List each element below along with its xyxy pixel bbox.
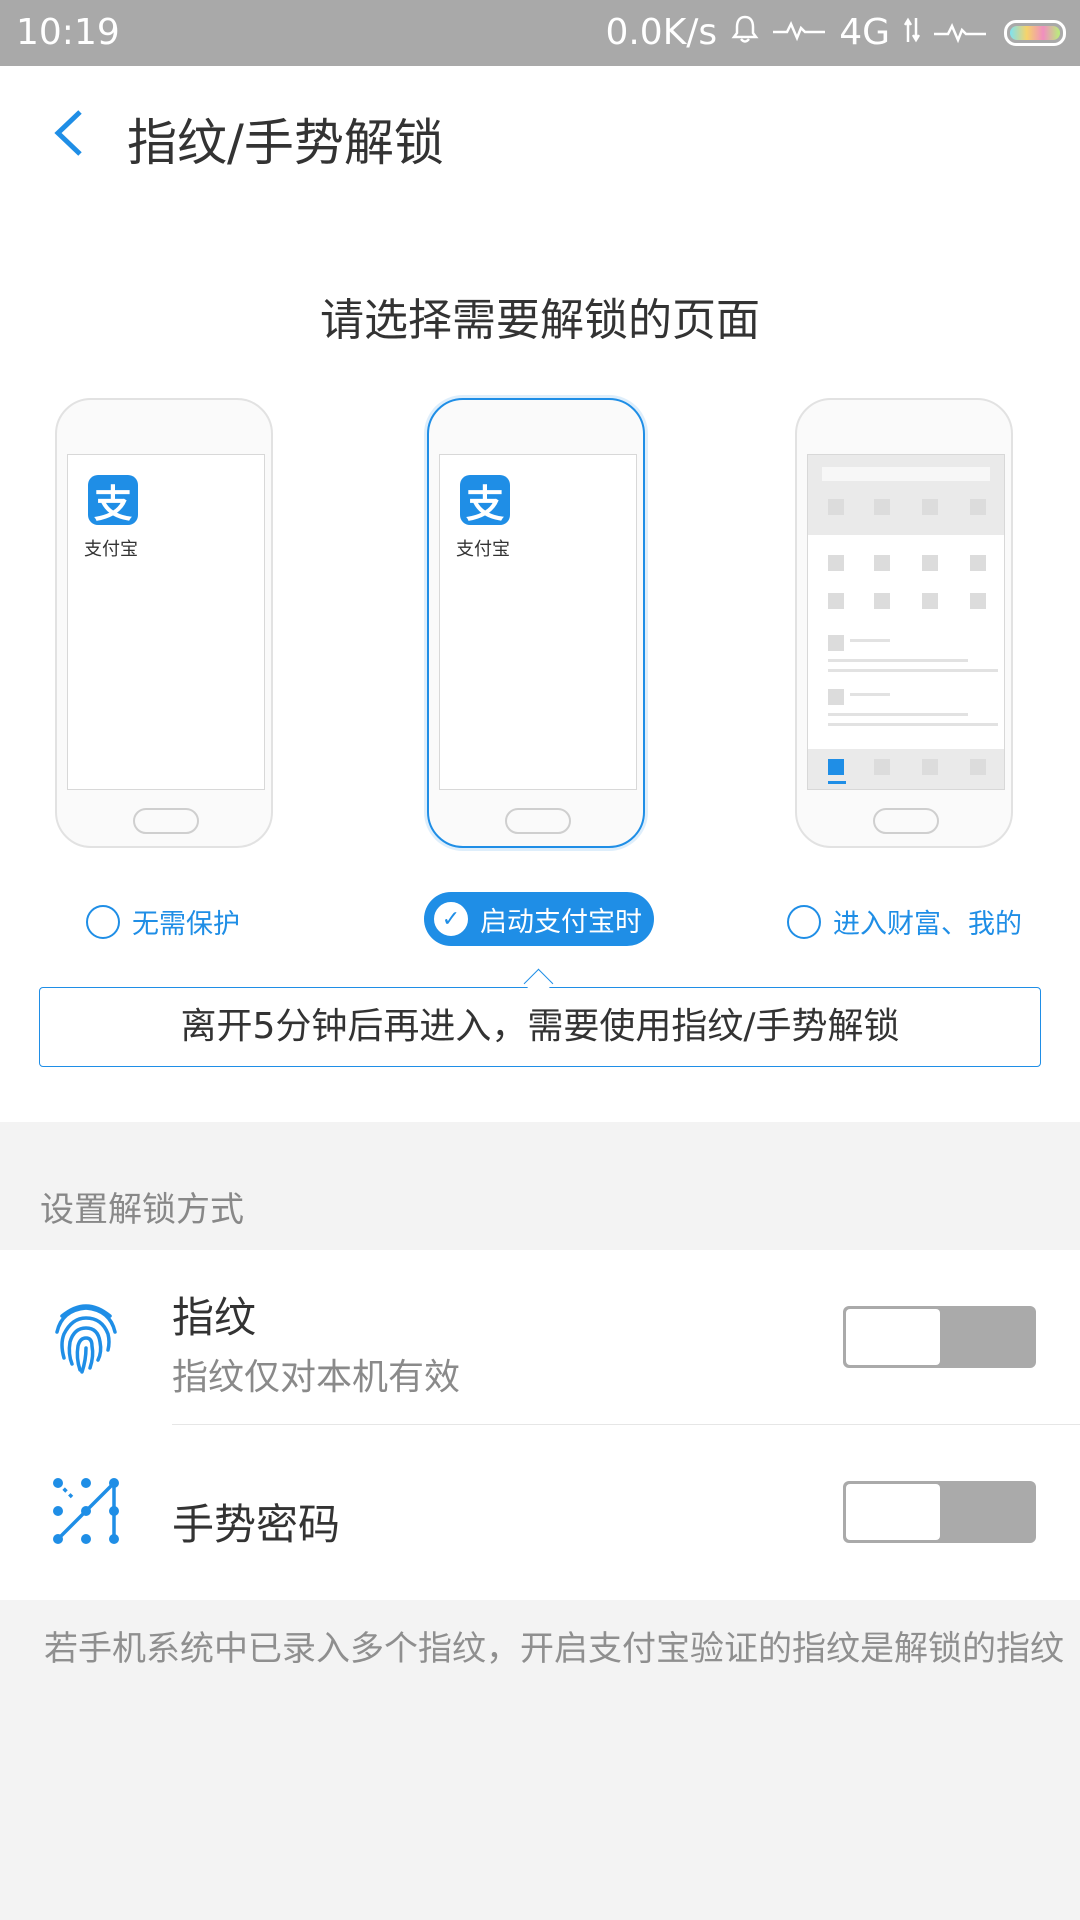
app-label: 支付宝: [456, 539, 510, 560]
status-time: 10:19: [16, 12, 120, 53]
home-button: [133, 808, 199, 834]
option-label: 无需保护: [132, 909, 240, 940]
bell-icon: [731, 12, 759, 53]
unlock-method-list: 指纹 指纹仅对本机有效 手势密码: [0, 1250, 1080, 1600]
radio-icon: [787, 904, 821, 939]
option-enter-wealth[interactable]: 进入财富、我的: [787, 902, 1022, 941]
page-title: 指纹/手势解锁: [127, 114, 444, 172]
fingerprint-row[interactable]: 指纹 指纹仅对本机有效: [0, 1250, 1080, 1424]
gesture-title: 手势密码: [172, 1500, 341, 1549]
fingerprint-icon: [52, 1298, 120, 1378]
phone-preview-launch[interactable]: 支 支付宝: [427, 398, 645, 848]
phone-preview-none[interactable]: 支 支付宝: [55, 398, 273, 848]
fingerprint-subtitle: 指纹仅对本机有效: [172, 1357, 461, 1398]
phone-screen-wealth: [807, 454, 1005, 790]
signal-wave-icon-2: [934, 12, 986, 53]
gesture-toggle[interactable]: [843, 1481, 1036, 1543]
status-bar: 10:19 0.0K/s 4G: [0, 0, 1080, 66]
home-button: [505, 808, 571, 834]
wealth-header: [808, 455, 1004, 535]
check-icon: ✓: [434, 902, 468, 936]
section-title: 设置解锁方式: [40, 1190, 244, 1230]
footer-note: 若手机系统中已录入多个指纹，开启支付宝验证的指纹是解锁的指纹: [44, 1629, 1064, 1669]
info-box: 离开5分钟后再进入，需要使用指纹/手势解锁: [39, 987, 1041, 1067]
back-arrow-icon[interactable]: [50, 108, 90, 158]
alipay-app-icon: 支: [460, 475, 510, 526]
phone-preview-wealth[interactable]: [795, 398, 1013, 848]
radio-icon: [86, 904, 120, 939]
unlock-page-selector: 指纹/手势解锁 请选择需要解锁的页面 支 支付宝 支 支付宝 无需保护 ✓ 启动…: [0, 66, 1080, 1122]
home-button: [873, 808, 939, 834]
phone-screen: 支 支付宝: [439, 454, 637, 790]
wealth-tabbar: [808, 749, 1004, 789]
net-speed: 0.0K/s: [605, 12, 718, 53]
option-launch-app[interactable]: ✓ 启动支付宝时: [424, 892, 654, 946]
section-heading: 请选择需要解锁的页面: [320, 295, 760, 346]
battery-icon: [1004, 19, 1066, 46]
gesture-row[interactable]: 手势密码: [0, 1425, 1080, 1600]
option-label: 进入财富、我的: [833, 909, 1022, 940]
data-arrows-icon: [903, 12, 921, 53]
fingerprint-title: 指纹: [172, 1293, 257, 1342]
gesture-pattern-icon: [52, 1477, 120, 1551]
option-no-protection[interactable]: 无需保护: [86, 902, 240, 941]
signal-wave-icon: [773, 15, 826, 50]
fingerprint-toggle[interactable]: [843, 1306, 1036, 1368]
app-label: 支付宝: [84, 539, 138, 560]
phone-screen: 支 支付宝: [67, 454, 265, 790]
alipay-app-icon: 支: [88, 475, 138, 526]
network-type: 4G: [839, 12, 890, 53]
status-right: 0.0K/s 4G: [605, 12, 1066, 53]
option-label: 启动支付宝时: [480, 906, 642, 938]
